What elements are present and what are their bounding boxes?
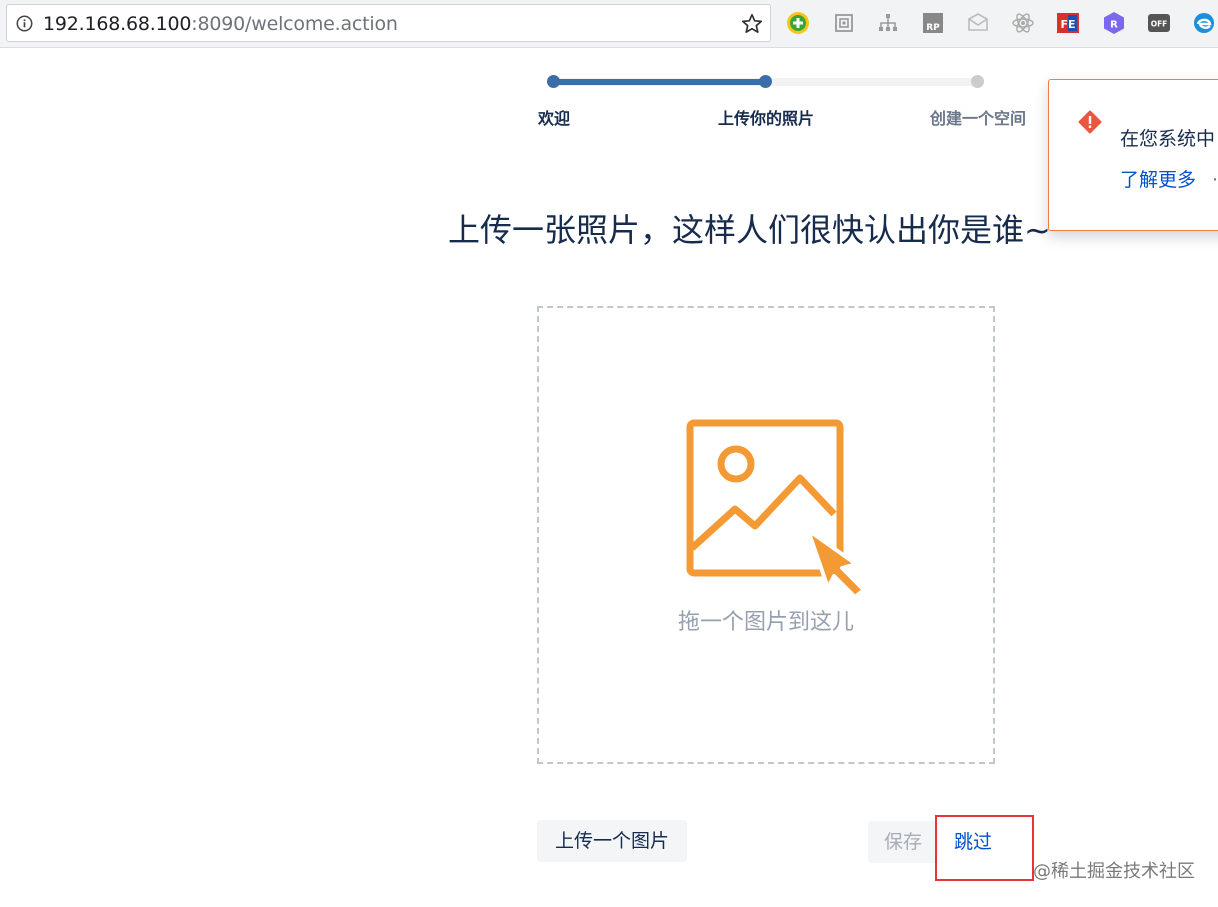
browser-toolbar: 192.168.68.100:8090/welcome.action RP FE…	[0, 0, 1218, 48]
bookmark-star-icon[interactable]	[740, 12, 764, 36]
step-dot-create-space	[971, 75, 984, 88]
url-text[interactable]: 192.168.68.100:8090/welcome.action	[43, 13, 398, 35]
watermark: @稀土掘金技术社区	[1033, 861, 1195, 882]
skip-button[interactable]: 跳过	[940, 821, 1030, 863]
react-extension-icon[interactable]	[1011, 11, 1035, 35]
upload-image-button[interactable]: 上传一个图片	[537, 820, 687, 862]
off-extension-label: OFF	[1151, 20, 1168, 29]
step-label-welcome: 欢迎	[537, 109, 571, 128]
r-extension-label: R	[1110, 20, 1118, 31]
notification-message: 在您系统中	[1120, 128, 1216, 150]
url-host: 192.168.68.100	[43, 13, 192, 35]
save-button[interactable]: 保存	[868, 821, 938, 863]
step-label-upload-photo: 上传你的照片	[717, 109, 815, 128]
learn-more-link[interactable]: 了解更多	[1120, 167, 1196, 193]
rp-extension-label: RP	[926, 23, 940, 33]
page-title: 上传一张照片，这样人们很快认出你是谁~	[448, 211, 1051, 249]
address-bar[interactable]: 192.168.68.100:8090/welcome.action	[6, 4, 771, 42]
edge-extension-icon[interactable]	[1192, 11, 1216, 35]
qr-extension-icon[interactable]	[832, 11, 856, 35]
progress-track-completed	[554, 79, 766, 85]
fe-extension-icon[interactable]: FE	[1056, 11, 1080, 35]
r-extension-icon[interactable]: R	[1102, 11, 1126, 35]
url-path: :8090/welcome.action	[191, 13, 398, 35]
warning-icon	[1078, 110, 1102, 134]
step-dot-welcome	[547, 75, 560, 88]
rp-extension-icon[interactable]: RP	[921, 11, 945, 35]
360-extension-icon[interactable]	[786, 11, 810, 35]
step-dot-upload-photo	[759, 75, 772, 88]
step-label-create-space: 创建一个空间	[929, 109, 1027, 128]
mail-extension-icon[interactable]	[966, 11, 990, 35]
sitemap-extension-icon[interactable]	[876, 11, 900, 35]
dropzone-hint: 拖一个图片到这儿	[677, 610, 855, 635]
image-upload-icon	[686, 419, 866, 598]
fe-extension-label: FE	[1060, 18, 1075, 31]
off-extension-icon[interactable]: OFF	[1147, 11, 1171, 35]
info-icon[interactable]	[16, 15, 33, 32]
notification-separator: ·	[1212, 169, 1218, 191]
system-notification: 在您系统中 了解更多 ·	[1048, 79, 1218, 231]
